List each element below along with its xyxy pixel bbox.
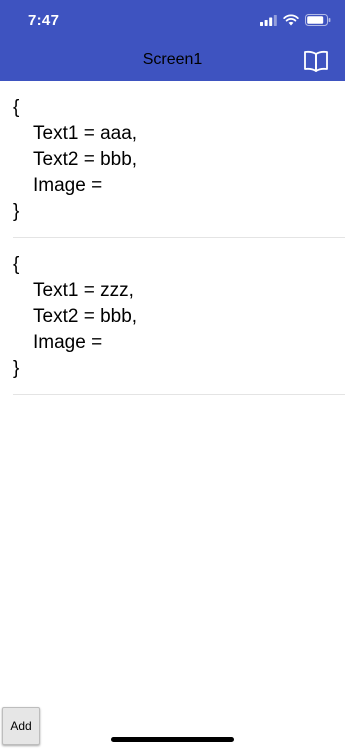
list-item[interactable]: { Text1 = aaa, Text2 = bbb, Image = } — [13, 81, 345, 238]
field-text1: Text1 = zzz, — [33, 280, 134, 301]
close-brace: } — [13, 201, 20, 222]
status-icons — [260, 13, 331, 27]
open-brace: { — [13, 254, 20, 275]
home-indicator — [111, 737, 234, 742]
wifi-icon — [283, 14, 299, 26]
field-text1: Text1 = aaa, — [33, 123, 138, 144]
status-time: 7:47 — [28, 12, 60, 29]
field-image: Image = — [33, 175, 103, 196]
app-header: 7:47 Screen1 — [0, 0, 345, 81]
page-title: Screen1 — [142, 51, 203, 68]
cellular-signal-icon — [260, 14, 277, 26]
add-button[interactable]: Add — [2, 707, 40, 745]
book-icon — [304, 50, 328, 72]
battery-icon — [305, 14, 331, 26]
book-button[interactable] — [303, 50, 329, 72]
app-screen: 7:47 Screen1 {Text1 = aaa, Text2 = bbb,… — [0, 0, 345, 750]
field-text2: Text2 = bbb, — [33, 306, 138, 327]
open-brace: { — [13, 97, 20, 118]
field-image: Image = — [33, 332, 103, 353]
field-text2: Text2 = bbb, — [33, 149, 138, 170]
records-list[interactable]: { Text1 = aaa, Text2 = bbb, Image = } { … — [0, 81, 345, 395]
list-item[interactable]: { Text1 = zzz, Text2 = bbb, Image = } — [13, 238, 345, 395]
close-brace: } — [13, 358, 20, 379]
